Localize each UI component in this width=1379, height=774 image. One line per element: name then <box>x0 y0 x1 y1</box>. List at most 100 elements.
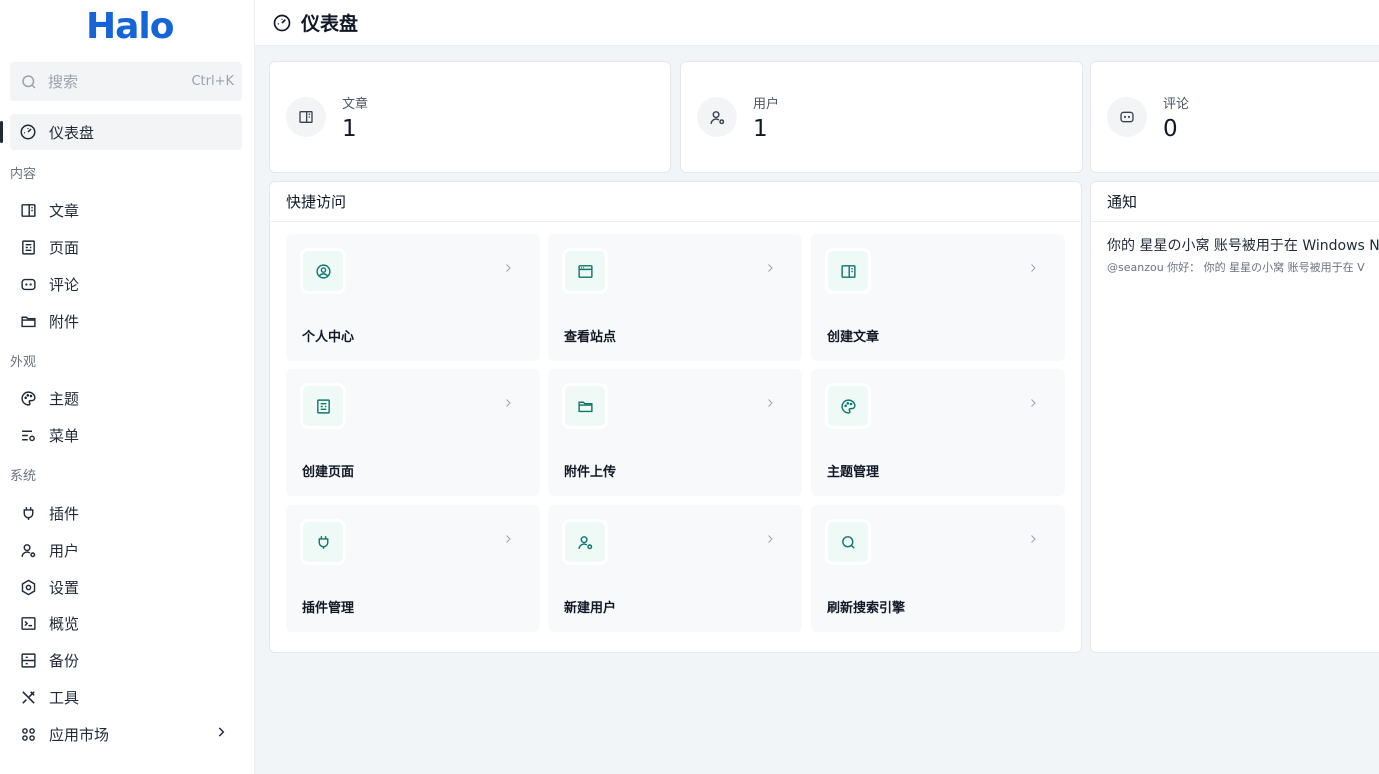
quick-item-label: 新建用户 <box>564 601 617 616</box>
sidebar-item-label: 仪表盘 <box>49 123 95 142</box>
quick-item-label: 插件管理 <box>302 601 355 616</box>
group-label-appearance: 外观 <box>10 355 37 370</box>
chevron-right-icon <box>764 259 776 278</box>
halo-logo[interactable]: Halo <box>86 6 174 47</box>
sidebar-item-attachments[interactable]: 附件 <box>10 303 242 339</box>
notifications-title: 通知 <box>1091 182 1379 222</box>
quick-item-theme-management[interactable]: 主题管理 <box>811 369 1065 496</box>
quick-item-view-site[interactable]: 查看站点 <box>548 234 802 361</box>
quick-item-label: 查看站点 <box>564 330 617 345</box>
search-placeholder: 搜索 <box>48 73 79 91</box>
notifications-panel: 通知 你的 星星の小窝 账号被用于在 Windows N @seanzou 你好… <box>1090 181 1379 653</box>
chevron-right-icon <box>502 259 514 278</box>
sidebar-item-label: 工具 <box>49 688 80 707</box>
chevron-right-icon <box>214 725 228 743</box>
plug-icon <box>300 519 346 565</box>
search-icon <box>18 71 40 93</box>
sidebar-item-label: 主题 <box>49 389 80 408</box>
sidebar-item-overview[interactable]: 概览 <box>10 605 242 641</box>
user-circle-icon <box>300 248 346 294</box>
stat-value: 1 <box>342 115 357 142</box>
sidebar-item-label: 评论 <box>49 275 80 294</box>
sidebar-item-label: 菜单 <box>49 426 80 445</box>
sidebar-item-menus[interactable]: 菜单 <box>10 417 242 453</box>
dashboard-icon <box>18 122 38 142</box>
palette-icon <box>18 388 38 408</box>
dashboard-icon <box>271 12 293 34</box>
quick-item-label: 刷新搜索引擎 <box>827 601 906 616</box>
quick-item-upload-attachment[interactable]: 附件上传 <box>548 369 802 496</box>
group-label-system: 系统 <box>10 469 37 484</box>
chevron-right-icon <box>502 530 514 549</box>
comment-icon <box>1107 97 1147 137</box>
sidebar-item-plugins[interactable]: 插件 <box>10 495 242 531</box>
search-icon <box>825 519 871 565</box>
notification-title[interactable]: 你的 星星の小窝 账号被用于在 Windows N <box>1107 235 1379 255</box>
stat-card-comments: 评论 0 <box>1090 61 1379 173</box>
stat-value: 0 <box>1163 115 1178 142</box>
apps-grid-icon <box>18 724 38 744</box>
quick-item-refresh-search-engine[interactable]: 刷新搜索引擎 <box>811 505 1065 632</box>
user-gear-icon <box>697 97 737 137</box>
tools-icon <box>18 687 38 707</box>
sidebar-item-label: 应用市场 <box>49 725 110 744</box>
sidebar-item-label: 插件 <box>49 504 80 523</box>
sidebar-item-posts[interactable]: 文章 <box>10 192 242 228</box>
quick-item-label: 创建文章 <box>827 330 880 345</box>
sidebar-item-users[interactable]: 用户 <box>10 532 242 568</box>
chevron-right-icon <box>764 394 776 413</box>
sidebar-item-pages[interactable]: 页面 <box>10 229 242 265</box>
page-icon <box>300 383 346 429</box>
sidebar-item-settings[interactable]: 设置 <box>10 569 242 605</box>
quick-item-plugin-management[interactable]: 插件管理 <box>286 505 540 632</box>
quick-item-label: 主题管理 <box>827 465 880 480</box>
stat-label: 用户 <box>753 96 780 112</box>
page-icon <box>18 237 38 257</box>
sidebar-item-themes[interactable]: 主题 <box>10 380 242 416</box>
quick-item-profile[interactable]: 个人中心 <box>286 234 540 361</box>
user-gear-icon <box>562 519 608 565</box>
quick-item-label: 个人中心 <box>302 330 355 345</box>
palette-icon <box>825 383 871 429</box>
sidebar-item-comments[interactable]: 评论 <box>10 266 242 302</box>
quick-item-create-post[interactable]: 创建文章 <box>811 234 1065 361</box>
notification-summary: @seanzou 你好： 你的 星星の小窝 账号被用于在 V <box>1107 261 1365 274</box>
sidebar-item-label: 文章 <box>49 201 80 220</box>
stat-value: 1 <box>753 115 768 142</box>
plug-icon <box>18 503 38 523</box>
stat-label: 评论 <box>1163 96 1190 112</box>
page-title: 仪表盘 <box>301 13 359 35</box>
stat-card-users: 用户 1 <box>680 61 1083 173</box>
chevron-right-icon <box>1027 259 1039 278</box>
post-icon <box>18 200 38 220</box>
sidebar-item-tools[interactable]: 工具 <box>10 679 242 715</box>
sidebar-item-label: 用户 <box>49 541 80 560</box>
quick-item-create-page[interactable]: 创建页面 <box>286 369 540 496</box>
post-icon <box>286 97 326 137</box>
post-icon <box>825 248 871 294</box>
user-gear-icon <box>18 540 38 560</box>
search-shortcut: Ctrl+K <box>191 74 234 89</box>
search-box[interactable]: 搜索 Ctrl+K <box>10 62 242 101</box>
chevron-right-icon <box>1027 530 1039 549</box>
active-indicator <box>0 121 3 143</box>
quick-item-new-user[interactable]: 新建用户 <box>548 505 802 632</box>
stat-card-posts: 文章 1 <box>269 61 671 173</box>
sidebar: Halo 搜索 Ctrl+K 仪表盘 内容 文章 页面 评论 附件 外观 主题 … <box>0 0 255 774</box>
terminal-icon <box>18 613 38 633</box>
chevron-right-icon <box>502 394 514 413</box>
stat-label: 文章 <box>342 96 369 112</box>
chevron-right-icon <box>764 530 776 549</box>
menu-settings-icon <box>18 425 38 445</box>
folder-icon <box>562 383 608 429</box>
sidebar-item-dashboard[interactable]: 仪表盘 <box>10 114 242 150</box>
browser-icon <box>562 248 608 294</box>
quick-item-label: 附件上传 <box>564 465 617 480</box>
group-label-content: 内容 <box>10 167 37 182</box>
gear-icon <box>18 577 38 597</box>
page-header: 仪表盘 <box>255 0 1379 46</box>
sidebar-item-backup[interactable]: 备份 <box>10 642 242 678</box>
sidebar-item-label: 备份 <box>49 651 80 670</box>
sidebar-item-app-market[interactable]: 应用市场 <box>10 716 242 752</box>
comment-icon <box>18 274 38 294</box>
